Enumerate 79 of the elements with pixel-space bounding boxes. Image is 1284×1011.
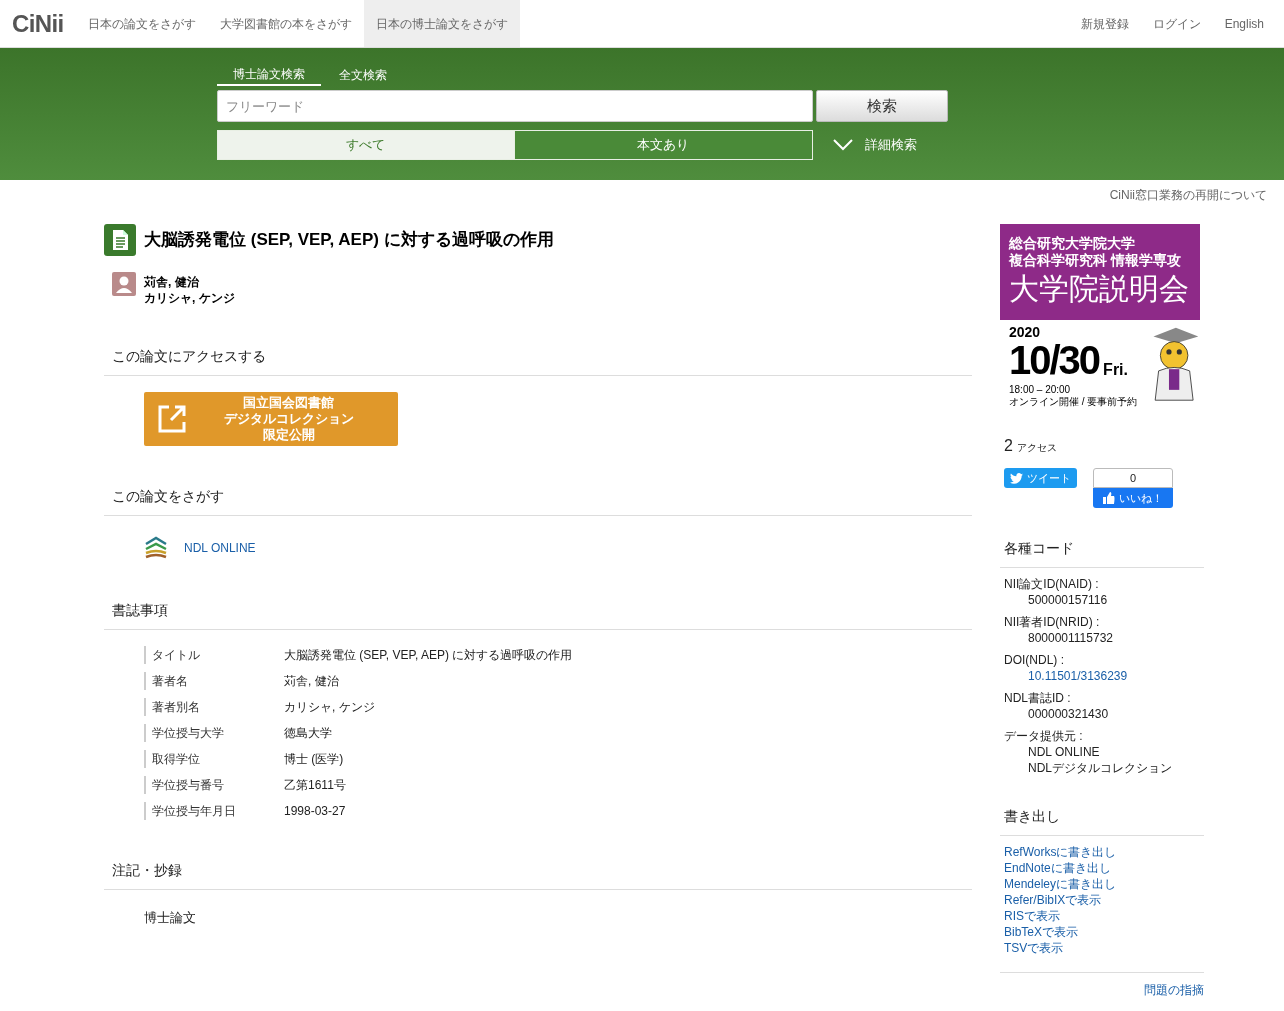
code-label: NII論文ID(NAID) : xyxy=(1004,576,1100,592)
field-label: タイトル xyxy=(144,646,284,664)
code-value: 500000157116 xyxy=(1028,592,1108,608)
note-text: 博士論文 xyxy=(144,909,197,927)
code-value: NDLデジタルコレクション xyxy=(1028,760,1172,776)
nav-link[interactable]: 新規登録 xyxy=(1068,0,1141,47)
thumbs-up-icon xyxy=(1103,492,1115,504)
code-label: NII著者ID(NRID) : xyxy=(1004,614,1101,630)
nav-link[interactable]: ログイン xyxy=(1140,0,1213,47)
bird-icon xyxy=(1010,472,1023,484)
notice-link[interactable]: CiNii窓口業務の再開について xyxy=(1109,186,1267,204)
document-icon xyxy=(104,224,136,256)
field-label: 著者名 xyxy=(144,672,284,690)
like-button[interactable]: いいね！ xyxy=(1093,488,1173,508)
banner-note: オンライン開催 / 要事前予約 xyxy=(1009,396,1138,408)
layers-icon xyxy=(144,536,168,560)
search-tab[interactable]: 全文検索 xyxy=(322,64,403,86)
advanced-search-link[interactable]: 詳細検索 xyxy=(832,135,917,155)
field-label: 学位授与番号 xyxy=(144,776,284,794)
author-kana: カリシャ, ケンジ xyxy=(144,290,235,306)
article-title: 大脳誘発電位 (SEP, VEP, AEP) に対する過呼吸の作用 xyxy=(144,229,554,252)
code-label: DOI(NDL) : xyxy=(1004,652,1065,668)
export-link[interactable]: Refer/BibIXで表示 xyxy=(1004,892,1200,908)
report-link[interactable]: 問題の指摘 xyxy=(1144,981,1204,999)
export-link[interactable]: EndNoteに書き出し xyxy=(1004,860,1200,876)
external-link-icon xyxy=(157,404,187,434)
event-banner[interactable]: 総合研究大学院大学 複合科学研究科 情報学専攻 大学院説明会 2020 10/30 Fri. 18:00 – 20:00 オンライン開催 / 要事前予約 xyxy=(1000,224,1200,420)
export-link[interactable]: RISで表示 xyxy=(1004,908,1200,924)
section-heading: この論文にアクセスする xyxy=(112,347,267,366)
banner-headline: 大学院説明会 xyxy=(1009,271,1190,307)
code-value: NDL ONLINE xyxy=(1028,744,1100,760)
nav-link[interactable]: English xyxy=(1212,0,1284,47)
like-count: 0 xyxy=(1093,468,1173,488)
banner-weekday: Fri. xyxy=(1103,360,1128,380)
filter-tab[interactable]: すべて xyxy=(217,131,514,159)
search-tab[interactable]: 博士論文検索 xyxy=(216,64,321,86)
field-value: 1998-03-27 xyxy=(284,803,346,820)
field-value: 徳島大学 xyxy=(284,725,332,742)
section-heading: 書誌事項 xyxy=(112,601,169,620)
banner-date: 10/30 xyxy=(1009,340,1100,380)
field-value: 乙第1611号 xyxy=(284,777,346,794)
filter-tab[interactable]: 本文あり xyxy=(514,131,812,159)
export-link[interactable]: Mendeleyに書き出し xyxy=(1004,876,1200,892)
code-label: データ提供元 : xyxy=(1004,728,1084,744)
field-label: 取得学位 xyxy=(144,750,284,768)
section-heading: 注記・抄録 xyxy=(112,861,183,880)
person-icon xyxy=(112,272,136,296)
author-name[interactable]: 苅舎, 健治 xyxy=(144,274,235,290)
export-link[interactable]: BibTeXで表示 xyxy=(1004,924,1200,940)
banner-text: 複合科学研究科 情報学専攻 xyxy=(1009,252,1182,269)
field-value: 博士 (医学) xyxy=(284,751,344,768)
doi-link[interactable]: 10.11501/3136239 xyxy=(1028,668,1128,684)
banner-time: 18:00 – 20:00 xyxy=(1009,384,1072,396)
field-label: 著者別名 xyxy=(144,698,284,716)
export-link[interactable]: RefWorksに書き出し xyxy=(1004,844,1200,860)
chevron-down-icon xyxy=(832,139,853,151)
code-value: 8000001115732 xyxy=(1028,630,1113,646)
field-value: 大脳誘発電位 (SEP, VEP, AEP) に対する過呼吸の作用 xyxy=(284,647,573,664)
nav-link[interactable]: 日本の博士論文をさがす xyxy=(363,0,520,47)
field-label: 学位授与大学 xyxy=(144,724,284,742)
code-label: NDL書誌ID : xyxy=(1004,690,1072,706)
nav-link[interactable]: 大学図書館の本をさがす xyxy=(207,0,364,47)
search-field[interactable]: フリーワード xyxy=(216,90,813,122)
banner-year: 2020 xyxy=(1009,324,1042,340)
banner-text: 総合研究大学院大学 xyxy=(1009,235,1136,252)
section-heading: この論文をさがす xyxy=(112,487,225,506)
sidebar-heading: 書き出し xyxy=(1004,807,1061,826)
access-count: 2 xyxy=(1004,436,1013,456)
field-label: 学位授与年月日 xyxy=(144,802,284,820)
access-label: アクセス xyxy=(1016,441,1057,455)
field-value: 苅舎, 健治 xyxy=(284,673,339,690)
search-button[interactable]: 検索 xyxy=(815,90,948,122)
sidebar-heading: 各種コード xyxy=(1004,539,1075,558)
field-value: カリシャ, ケンジ xyxy=(284,699,375,716)
nav-link[interactable]: 日本の論文をさがす xyxy=(75,0,208,47)
code-value: 000000321430 xyxy=(1028,706,1109,722)
export-link[interactable]: TSVで表示 xyxy=(1004,940,1200,956)
ndl-online-link[interactable]: NDL ONLINE xyxy=(184,539,256,557)
site-logo[interactable]: CiNii xyxy=(0,0,76,47)
